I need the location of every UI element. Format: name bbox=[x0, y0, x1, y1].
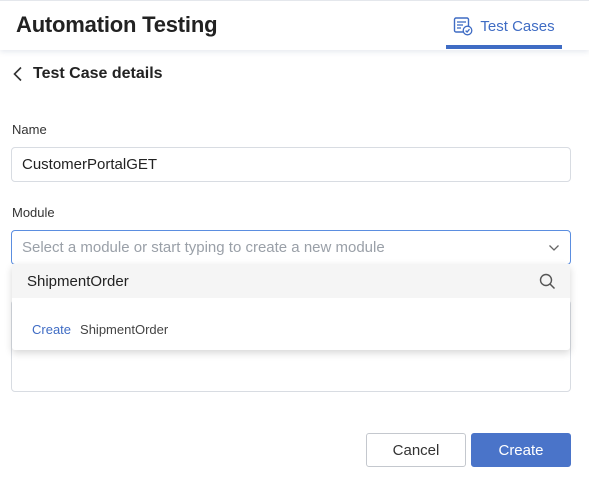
search-icon[interactable] bbox=[539, 273, 556, 290]
module-search-text: ShipmentOrder bbox=[27, 272, 129, 290]
create-module-option[interactable]: Create ShipmentOrder bbox=[12, 318, 570, 340]
tab-test-cases-label: Test Cases bbox=[480, 17, 555, 35]
name-field[interactable] bbox=[11, 147, 571, 182]
module-dropdown: ShipmentOrder Create ShipmentOrder bbox=[12, 264, 570, 350]
module-select[interactable]: Select a module or start typing to creat… bbox=[11, 230, 571, 265]
module-search-input[interactable]: ShipmentOrder bbox=[12, 264, 570, 298]
create-button[interactable]: Create bbox=[471, 433, 571, 467]
create-module-action: Create bbox=[32, 321, 72, 337]
tab-test-cases[interactable]: Test Cases bbox=[446, 1, 562, 51]
name-label: Name bbox=[12, 122, 47, 137]
create-module-value: ShipmentOrder bbox=[80, 321, 169, 337]
app-title: Automation Testing bbox=[16, 12, 218, 37]
chevron-down-icon bbox=[549, 244, 559, 251]
app-header: Automation Testing Test Cases bbox=[0, 0, 589, 50]
back-button[interactable]: Test Case details bbox=[12, 63, 163, 85]
test-cases-icon bbox=[454, 17, 473, 36]
module-select-placeholder: Select a module or start typing to creat… bbox=[22, 239, 385, 256]
active-tab-indicator bbox=[446, 45, 562, 49]
page-title: Test Case details bbox=[33, 65, 163, 82]
cancel-button[interactable]: Cancel bbox=[366, 433, 466, 467]
chevron-left-icon bbox=[13, 66, 22, 82]
module-label: Module bbox=[12, 205, 55, 220]
